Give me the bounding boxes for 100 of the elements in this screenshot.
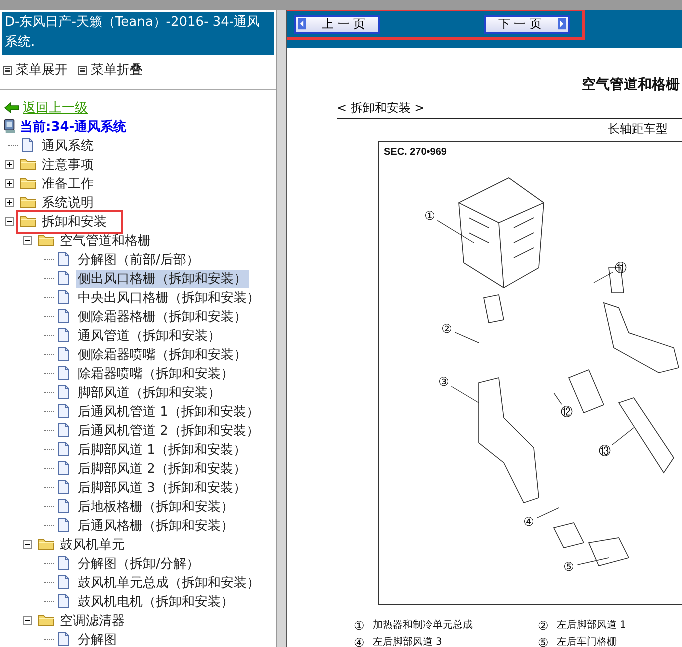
legend-number: ④ (354, 636, 365, 647)
arrow-left-icon (298, 18, 306, 30)
leader-line (554, 392, 562, 405)
previous-page-button[interactable]: 上 一 页 (294, 14, 380, 34)
document-icon (58, 385, 70, 400)
tree-item[interactable]: 侧除霜器喷嘴（拆卸和安装） (76, 346, 249, 364)
leader-line (536, 508, 560, 519)
document-icon (58, 423, 70, 438)
menu-action[interactable]: 菜单展开 (16, 61, 68, 79)
document-icon (58, 518, 70, 533)
duct-piece-drawing (588, 538, 630, 566)
collapse-icon[interactable] (5, 217, 14, 226)
legend-text: 左后脚部风道 3 (372, 636, 442, 647)
folder-icon (20, 215, 37, 228)
menu-icon[interactable] (3, 66, 12, 74)
tree-item[interactable]: 脚部风道（拆卸和安装） (76, 384, 223, 402)
legend-number: ② (538, 619, 549, 633)
folder-icon (20, 158, 37, 171)
tree-item[interactable]: 空调滤清器 (58, 612, 127, 630)
document-icon (58, 461, 70, 476)
legend-text: 左后车门格栅 (556, 636, 617, 647)
tree-item[interactable]: 后脚部风道 3（拆卸和安装） (76, 478, 248, 496)
legend-number: ⑤ (538, 636, 549, 647)
document-icon (58, 632, 70, 647)
book-title: D-东风日产-天籁（Teana）-2016- 34-通风系统. (2, 12, 274, 55)
leader-line (437, 220, 474, 244)
tree-item[interactable]: 分解图（拆卸/分解） (76, 554, 202, 572)
expand-icon[interactable] (5, 179, 14, 188)
tree-item[interactable]: 拆卸和安装 (40, 212, 109, 230)
legend-text: 加热器和制冷单元总成 (372, 619, 473, 633)
document-icon (58, 290, 70, 305)
document-icon (58, 404, 70, 419)
leader-line (594, 272, 614, 284)
tree-item[interactable]: 后通风格栅（拆卸和安装） (76, 516, 236, 534)
collapse-icon[interactable] (23, 616, 32, 625)
document-icon (58, 347, 70, 362)
leader-line (612, 428, 634, 446)
document-icon (58, 328, 70, 343)
current-chapter: 当前:34-通风系统 (20, 118, 127, 136)
tree-item[interactable]: 后脚部风道 2（拆卸和安装） (76, 460, 248, 478)
document-icon (58, 499, 70, 514)
tree-item[interactable]: 分解图（前部/后部） (76, 250, 202, 268)
section-heading: < 拆卸和安装 > (337, 100, 682, 119)
tree-item[interactable]: 除霜器喷嘴（拆卸和安装） (76, 364, 236, 382)
tree-item[interactable]: 中央出风口格栅（拆卸和安装） (76, 288, 262, 306)
tree-item[interactable]: 后脚部风道 1（拆卸和安装） (76, 440, 248, 458)
tree-item[interactable]: 分解图 (76, 630, 119, 647)
tree-item[interactable]: 后通风机管道 2（拆卸和安装） (76, 422, 262, 440)
menu-action[interactable]: 菜单折叠 (91, 61, 143, 79)
leader-line (454, 332, 480, 344)
callout-number: ⑫ (561, 405, 573, 419)
tree-item[interactable]: 通风管道（拆卸和安装） (76, 326, 223, 344)
document-icon (58, 309, 70, 324)
figure-code: SEC. 270•969 (383, 146, 448, 158)
leader-line (451, 386, 480, 404)
back-link[interactable]: 返回上一级 (23, 98, 88, 116)
folder-icon (20, 177, 37, 190)
callout-number: ② (442, 322, 452, 336)
tree-item[interactable]: 系统说明 (40, 194, 96, 212)
collapse-icon[interactable] (23, 540, 32, 549)
tree-item[interactable]: 后地板格栅（拆卸和安装） (76, 498, 236, 516)
arrow-right-icon (558, 18, 566, 30)
callout-number: ① (424, 209, 436, 223)
tree-item[interactable]: 鼓风机单元 (58, 536, 127, 554)
expand-icon[interactable] (5, 198, 14, 207)
callout-number: ⑤ (564, 560, 574, 574)
tree-item[interactable]: 注意事项 (40, 156, 96, 174)
tree-item[interactable]: 通风系统 (40, 136, 96, 154)
document-icon (22, 138, 34, 153)
tree-item[interactable]: 鼓风机电机（拆卸和安装） (76, 592, 236, 610)
folder-icon (38, 234, 55, 247)
legend-text: 左后脚部风道 1 (556, 619, 626, 633)
next-page-button[interactable]: 下 一 页 (484, 14, 570, 34)
expand-icon[interactable] (5, 160, 14, 169)
splitter-bar[interactable] (276, 10, 287, 647)
back-arrow-icon[interactable] (4, 102, 20, 114)
document-icon (58, 594, 70, 609)
menu-icon[interactable] (78, 66, 87, 74)
tree-item[interactable]: 后通风机管道 1（拆卸和安装） (76, 402, 262, 420)
model-label: 长轴距车型 (607, 121, 669, 138)
callout-number: ⑬ (599, 444, 611, 458)
document-icon (58, 442, 70, 457)
tree-item[interactable]: 准备工作 (40, 174, 96, 192)
callout-number: ⑪ (615, 261, 627, 275)
tree-item[interactable]: 鼓风机单元总成（拆卸和安装） (76, 574, 262, 592)
folder-icon (38, 538, 55, 551)
duct-piece-drawing (484, 294, 504, 324)
tree-item[interactable]: 侧出风口格栅（拆卸和安装） (76, 270, 249, 288)
document-icon (58, 252, 70, 267)
document-icon (58, 480, 70, 495)
document-icon (58, 271, 70, 286)
document-icon (58, 575, 70, 590)
tree-item[interactable]: 空气管道和格栅 (58, 232, 153, 250)
legend-number: ① (354, 619, 365, 633)
collapse-icon[interactable] (23, 236, 32, 245)
tree-item[interactable]: 侧除霜器格栅（拆卸和安装） (76, 308, 249, 326)
duct-piece-drawing (553, 522, 585, 548)
document-icon (58, 366, 70, 381)
document-icon (58, 556, 70, 571)
computer-icon (4, 119, 17, 134)
